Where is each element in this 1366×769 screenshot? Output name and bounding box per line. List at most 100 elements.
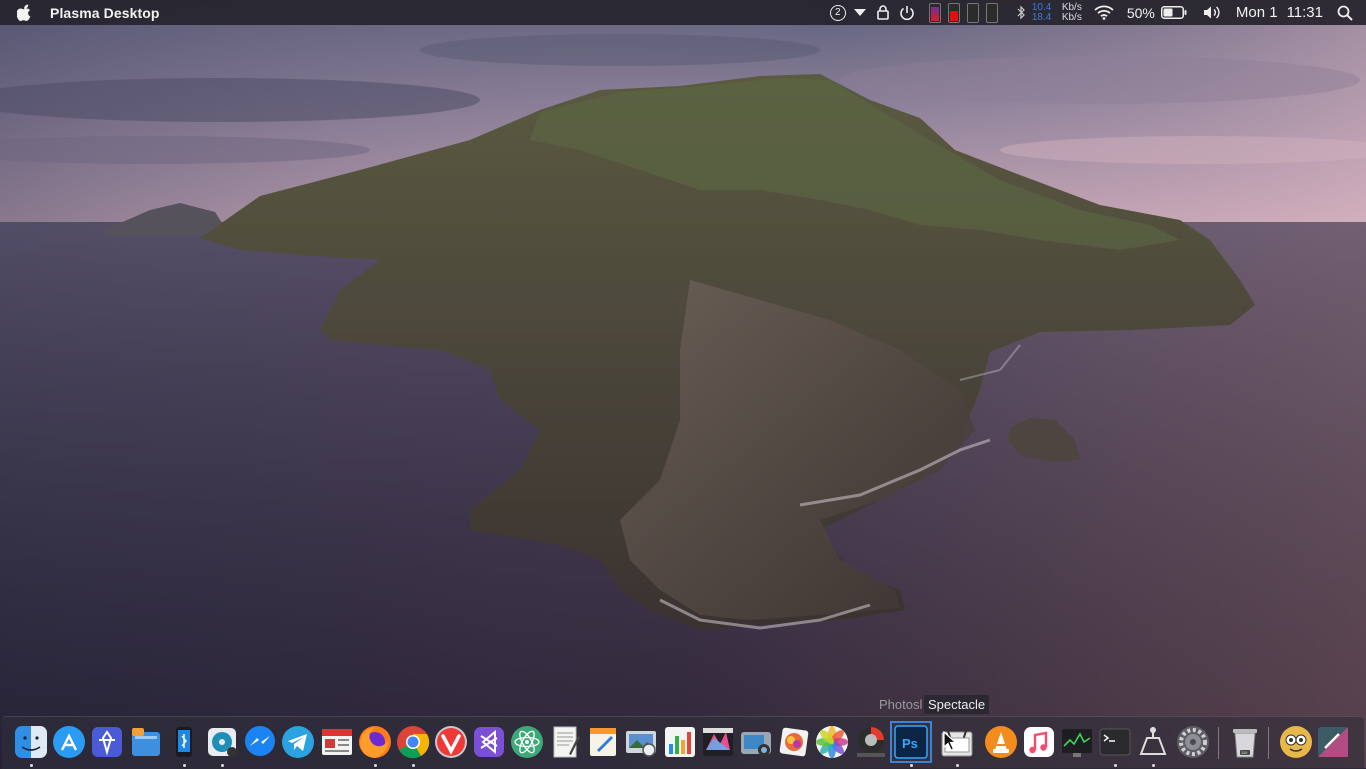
dock-item-visual-studio-code[interactable] <box>471 724 507 760</box>
dock-item-app-store[interactable] <box>51 724 87 760</box>
running-indicator <box>221 764 224 767</box>
dock-item-pages[interactable] <box>585 724 621 760</box>
clock-time[interactable]: 11:31 <box>1287 4 1323 21</box>
bluetooth-icon[interactable] <box>1016 0 1028 25</box>
photo-editor-icon <box>779 727 809 757</box>
tray-expand-icon[interactable] <box>853 0 867 25</box>
dock-item-preview[interactable] <box>623 724 659 760</box>
disk-meter[interactable] <box>985 2 998 23</box>
desktop-wallpaper <box>0 0 1366 768</box>
dock-tooltip-spectacle: Spectacle <box>924 695 990 714</box>
dock-item-photoscape[interactable] <box>853 724 889 760</box>
download-unit: Kb/s <box>1061 11 1082 23</box>
svg-text:110: 110 <box>1241 750 1248 755</box>
dock-item-files[interactable] <box>128 724 164 760</box>
running-indicator <box>910 764 913 767</box>
image-capture-icon <box>741 732 771 756</box>
system-preferences-icon <box>1177 726 1209 758</box>
network-speed-monitor[interactable]: 10.4 Kb/s 18.4 Kb/s <box>1031 1 1082 23</box>
photoscape-icon <box>857 727 885 757</box>
kde-connect-icon <box>176 727 192 757</box>
volume-icon[interactable] <box>1202 0 1222 25</box>
atom-icon <box>511 726 543 758</box>
photos-icon <box>816 726 848 758</box>
swap-meter[interactable] <box>966 2 979 23</box>
power-icon[interactable] <box>898 0 916 25</box>
dock: Ps 110 <box>2 716 1364 769</box>
active-app-name[interactable]: Plasma Desktop <box>50 5 160 21</box>
vivaldi-icon <box>435 726 467 758</box>
search-icon[interactable] <box>1336 0 1354 25</box>
dock-item-finder[interactable] <box>13 724 49 760</box>
dock-item-photoshop[interactable]: Ps <box>890 721 932 763</box>
upload-unit: Kb/s <box>1061 1 1082 13</box>
chrome-icon <box>397 726 430 759</box>
preview-icon <box>626 731 656 757</box>
battery-icon[interactable] <box>1160 0 1188 25</box>
dock-item-kde-connect[interactable] <box>166 724 202 760</box>
dock-item-firefox[interactable] <box>357 724 393 760</box>
dock-item-photo-editor[interactable] <box>776 724 812 760</box>
cpu-meter[interactable] <box>928 2 941 23</box>
music-icon <box>1024 727 1054 757</box>
visual-studio-code-icon <box>474 727 504 757</box>
dock-item-final-cut[interactable] <box>700 724 736 760</box>
photoshop-icon: Ps <box>894 725 928 759</box>
dock-item-system-preferences[interactable] <box>1175 724 1211 760</box>
memory-meter[interactable] <box>947 2 960 23</box>
dock-item-system-monitor[interactable] <box>1059 724 1095 760</box>
dock-item-text-editor[interactable] <box>547 724 583 760</box>
messenger-icon <box>245 726 275 756</box>
dock-item-network[interactable] <box>1135 724 1171 760</box>
lock-icon[interactable] <box>876 0 890 25</box>
dock-item-messenger[interactable] <box>242 724 278 760</box>
dock-separator <box>1268 727 1269 759</box>
network-icon <box>1139 727 1167 755</box>
disk-burner-icon <box>208 728 237 757</box>
dock-item-kde-app[interactable] <box>1315 724 1351 760</box>
upload-speed: 10.4 <box>1031 1 1052 13</box>
wifi-icon[interactable] <box>1093 0 1115 25</box>
dock-item-numbers[interactable] <box>662 724 698 760</box>
telegram-icon <box>282 726 314 758</box>
system-monitor-icon <box>1062 729 1092 757</box>
dock-item-terminal[interactable] <box>1097 724 1133 760</box>
battery-percent[interactable]: 50% <box>1127 5 1155 21</box>
vlc-icon <box>985 726 1017 758</box>
running-indicator <box>183 764 186 767</box>
running-indicator <box>956 764 959 767</box>
download-speed: 18.4 <box>1031 11 1052 23</box>
finder-icon <box>15 726 47 758</box>
firefox-icon <box>359 726 391 758</box>
dock-item-trash[interactable]: 110 <box>1227 724 1263 760</box>
notification-counter[interactable]: 2 <box>828 0 848 25</box>
dock-item-vivaldi[interactable] <box>433 724 469 760</box>
dock-item-plasma-discover[interactable] <box>89 724 125 760</box>
running-indicator <box>1152 764 1155 767</box>
trash-icon: 110 <box>1233 729 1257 758</box>
dock-item-disk-burner[interactable] <box>204 724 240 760</box>
notification-count: 2 <box>829 4 846 21</box>
kde-app-icon <box>1318 727 1348 757</box>
top-menu-bar: Plasma Desktop 2 10.4 Kb/s 18.4 Kb/s 50% <box>0 0 1366 25</box>
dock-tooltip-photoshop: Photosl <box>879 697 923 712</box>
dock-item-image-capture[interactable] <box>738 724 774 760</box>
pages-icon <box>590 728 616 756</box>
final-cut-icon <box>703 728 733 756</box>
apple-menu-icon[interactable] <box>17 4 35 22</box>
files-icon <box>132 728 160 756</box>
dock-item-user-avatar[interactable] <box>1278 724 1314 760</box>
dock-item-vlc[interactable] <box>983 724 1019 760</box>
dock-item-news-reader[interactable] <box>319 724 355 760</box>
clock-date[interactable]: Mon 1 <box>1236 4 1278 21</box>
svg-text:Ps: Ps <box>902 736 918 751</box>
dock-item-photos[interactable] <box>814 724 850 760</box>
numbers-icon <box>665 727 695 757</box>
app-store-icon <box>53 726 85 758</box>
dock-item-atom[interactable] <box>509 724 545 760</box>
dock-item-music[interactable] <box>1021 724 1057 760</box>
dock-item-telegram[interactable] <box>280 724 316 760</box>
plasma-discover-icon <box>92 727 122 757</box>
dock-item-chrome[interactable] <box>395 724 431 760</box>
system-tray: 2 10.4 Kb/s 18.4 Kb/s 50% Mon 1 11:31 <box>828 0 1366 25</box>
